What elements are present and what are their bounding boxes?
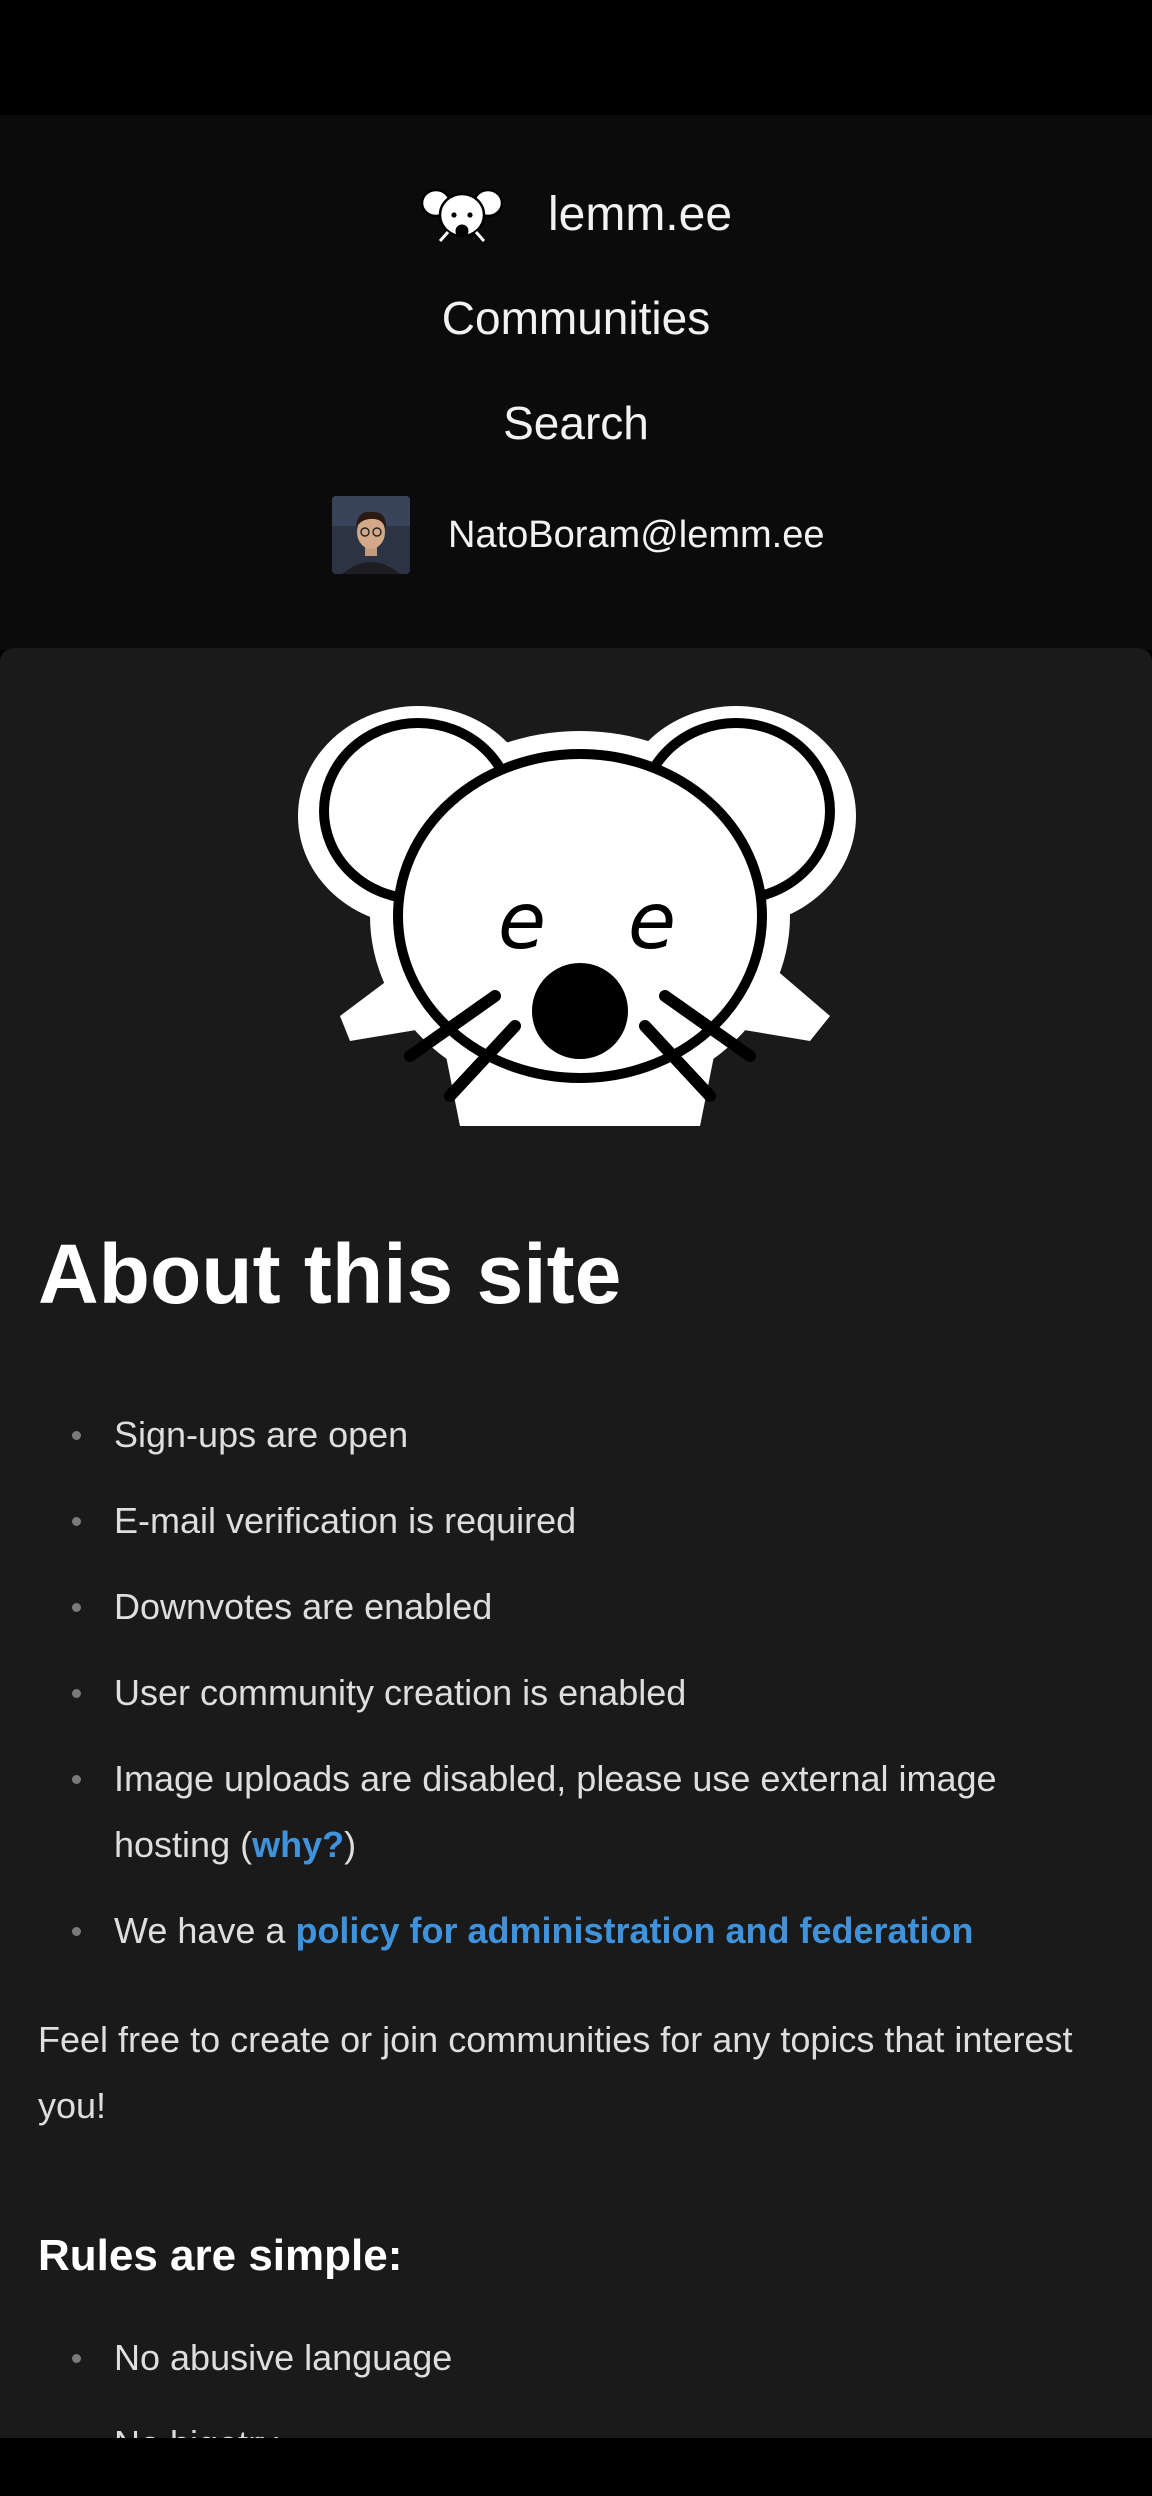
about-list: Sign-ups are open E-mail verification is… — [38, 1402, 1078, 1984]
lemmee-banner-icon: e e — [298, 706, 856, 1126]
list-item: E-mail verification is required — [38, 1488, 1078, 1554]
rules-list: No abusive language No bigotry — [38, 2325, 1078, 2438]
list-item: No bigotry — [38, 2411, 1078, 2438]
nav-search-link[interactable]: Search — [0, 400, 1152, 446]
navigation-bar — [0, 2438, 1152, 2496]
list-item: No abusive language — [38, 2325, 1078, 2391]
svg-text:e: e — [498, 877, 546, 967]
why-link[interactable]: why? — [252, 1824, 344, 1865]
rules-title: Rules are simple: — [38, 2231, 403, 2280]
site-navbar: lemm.ee Communities Search NatoBoram@lem… — [0, 115, 1152, 650]
username: NatoBoram@lemm.ee — [448, 513, 825, 556]
svg-text:e: e — [628, 877, 676, 967]
list-item: Sign-ups are open — [38, 1402, 1078, 1468]
policy-link[interactable]: policy for administration and federation — [295, 1910, 973, 1951]
user-menu[interactable]: NatoBoram@lemm.ee — [332, 496, 824, 574]
brand-link[interactable]: lemm.ee — [0, 173, 1152, 257]
list-item: Downvotes are enabled — [38, 1574, 1078, 1640]
intro-paragraph: Feel free to create or join communities … — [38, 2019, 1073, 2126]
lemmee-logo-icon — [420, 188, 504, 242]
site-name: lemm.ee — [547, 188, 733, 241]
nav-communities-link[interactable]: Communities — [0, 295, 1152, 341]
list-item: User community creation is enabled — [38, 1660, 1078, 1726]
user-avatar — [332, 496, 410, 574]
list-item: We have a policy for administration and … — [38, 1898, 1078, 1964]
sidebar-card: e e About this site Sign-ups are open E-… — [0, 648, 1152, 2438]
about-title: About this site — [38, 1227, 622, 1321]
list-item: Image uploads are disabled, please use e… — [38, 1746, 1078, 1878]
status-bar — [0, 0, 1152, 115]
